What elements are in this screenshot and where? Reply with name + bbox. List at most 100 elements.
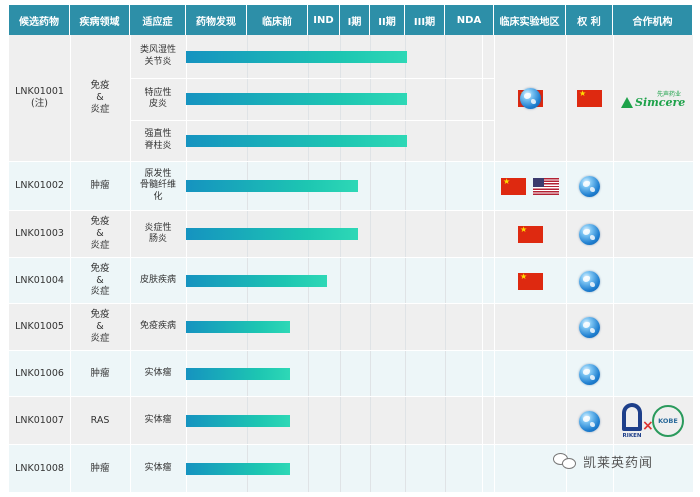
header-6: I期 [340,5,370,35]
globe-icon [520,88,541,109]
indication-label: 炎症性 肠炎 [144,222,172,244]
phase-gridline [340,397,341,444]
progress-bar [186,414,291,427]
column-divider [494,35,495,161]
phase-gridline [308,304,309,350]
column-divider [613,304,614,350]
indication-label: 类风湿性 关节炎 [139,45,176,67]
phase-gridline [340,445,341,492]
phase-gridline [370,445,371,492]
column-divider [566,35,567,161]
china-flag-icon [518,272,543,290]
phase-gridline [340,304,341,350]
phase-gridline [405,162,406,210]
header-12: 合作机构 [613,5,693,35]
column-divider [566,162,567,210]
globe-icon [579,176,600,197]
disease-area: 肿瘤 [90,462,110,474]
disease-area: 肿瘤 [90,180,110,192]
column-divider [566,211,567,257]
indication-label: 免疫疾病 [139,321,176,332]
phase-gridline [405,211,406,257]
china-flag-icon [577,89,602,107]
column-divider [566,351,567,396]
phase-gridline [370,397,371,444]
globe-icon [579,363,600,385]
progress-bar [186,321,291,333]
header-10: 临床实验地区 [494,5,566,35]
phase-gridline [445,351,446,396]
column-divider [494,351,495,396]
candidate-name: LNK01007 [15,414,64,426]
globe-icon [579,270,600,292]
simcere-mark-icon [621,96,633,108]
column-divider [482,211,483,257]
phase-gridline [445,162,446,210]
indication-label: 实体瘤 [144,462,172,473]
column-divider [494,162,495,210]
disease-area: RAS [90,414,110,426]
candidate-name: LNK01004 [15,274,64,286]
pipeline-table: 候选药物 疾病领域 适应症 药物发现 临床前 IND I期 II期 III期 NDA 临床实验地区权… [9,5,693,492]
riken-mark-icon [622,403,642,431]
progress-bar [186,180,358,192]
progress-bar [186,228,358,240]
candidate-name: LNK01008 [15,462,64,474]
phase-gridline [340,258,341,303]
disease-area: 肿瘤 [90,367,110,379]
usa-flag-icon [533,178,559,195]
phase-gridline [370,162,371,210]
phase-gridline [370,211,371,257]
wechat-icon [553,452,579,471]
globe-icon [579,317,600,338]
china-flag-icon [501,177,526,195]
phase-gridline [370,258,371,303]
candidate-name: LNK01005 [15,321,64,333]
phase-gridline [405,258,406,303]
indication-label: 强直性 脊柱炎 [144,129,172,151]
phase-gridline [445,397,446,444]
disease-area: 免疫 & 炎症 [90,309,110,344]
progress-bar [186,93,408,105]
wechat-watermark: 凯莱英药闻 [553,452,653,471]
column-divider [482,35,483,161]
header-2: 适应症 [130,5,186,35]
phase-gridline [445,35,446,161]
phase-gridline [308,445,309,492]
column-divider [613,162,614,210]
column-divider [494,445,495,492]
header-7: II期 [370,5,405,35]
phase-gridline [308,351,309,396]
candidate-name: LNK01001 (注) [15,86,64,109]
phase-gridline [370,304,371,350]
disease-area: 免疫 & 炎症 [90,262,110,298]
column-divider [566,397,567,444]
simcere-cn-name: 先声药业 [656,91,681,98]
disease-area: 免疫 & 炎症 [90,80,110,115]
disease-area: 免疫 & 炎症 [90,216,110,251]
column-divider [494,211,495,257]
phase-gridline [445,445,446,492]
column-divider [494,258,495,303]
header-1: 疾病领域 [70,5,130,35]
header-3: 药物发现 [186,5,247,35]
progress-bar [186,50,408,63]
column-divider [482,445,483,492]
header-5: IND [308,5,340,35]
phase-gridline [405,445,406,492]
column-divider [613,351,614,396]
column-divider [613,211,614,257]
indication-label: 皮肤疾病 [139,274,176,285]
simcere-logo: Simcere 先声药业 [621,91,685,112]
phase-gridline [405,351,406,396]
phase-gridline [340,351,341,396]
column-divider [613,35,614,161]
column-divider [482,304,483,350]
progress-bar [186,367,291,380]
indication-label: 实体瘤 [144,367,172,378]
progress-bar [186,274,328,287]
progress-bar [186,134,408,147]
column-divider [482,258,483,303]
phase-gridline [308,397,309,444]
column-divider [494,397,495,444]
